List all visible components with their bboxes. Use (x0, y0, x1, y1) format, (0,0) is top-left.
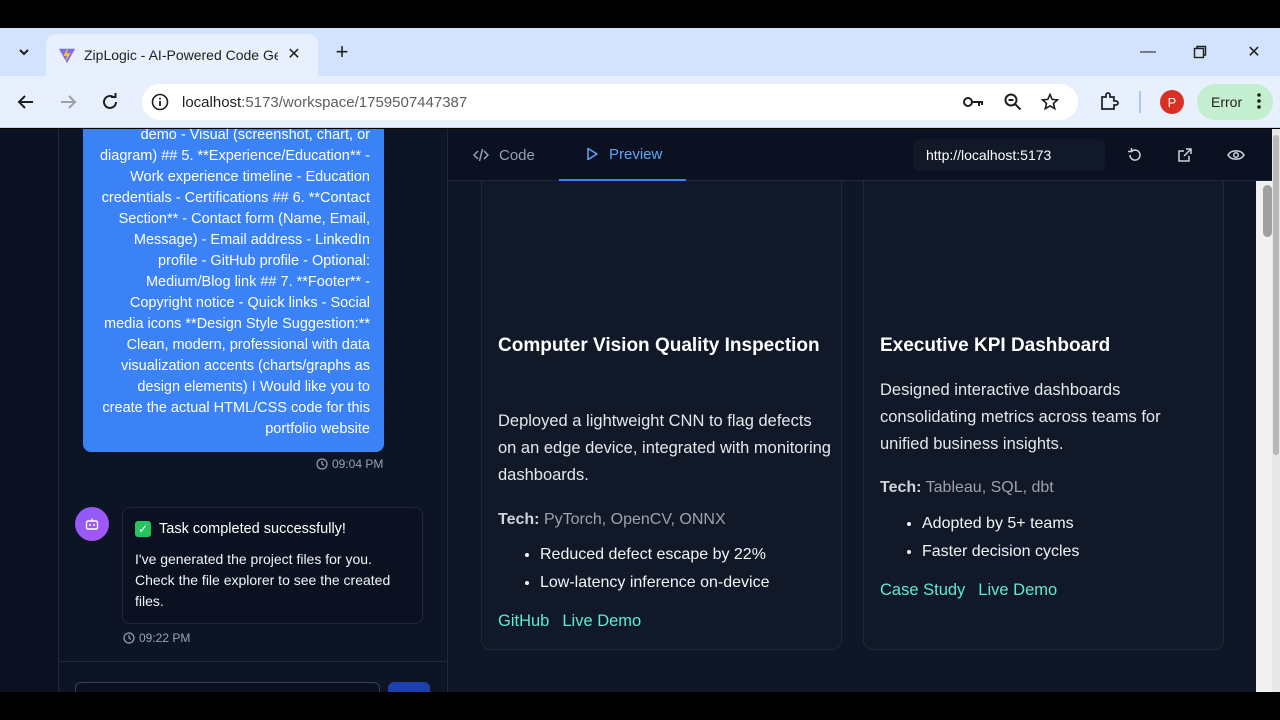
minimize-icon[interactable]: — (1134, 40, 1162, 64)
live-demo-link[interactable]: Live Demo (562, 612, 641, 631)
zoom-icon[interactable] (1001, 90, 1025, 114)
robot-icon (85, 518, 99, 530)
clock-icon (123, 632, 135, 644)
arrow-right-icon (61, 95, 77, 109)
bot-message-timestamp: 09:22 PM (123, 631, 190, 645)
page-scrollbar-thumb[interactable] (1273, 135, 1279, 455)
preview-url-field[interactable]: http://localhost:5173 (913, 139, 1105, 171)
tab-search-button[interactable] (10, 40, 38, 64)
project-description: Designed interactive dashboards consolid… (880, 381, 1161, 453)
tab-preview[interactable]: Preview (559, 129, 686, 181)
reload-button[interactable] (96, 88, 124, 116)
open-external-icon[interactable] (1174, 144, 1196, 166)
play-icon (587, 147, 598, 161)
close-tab-icon[interactable]: ✕ (284, 44, 304, 64)
password-key-icon[interactable] (962, 90, 986, 114)
restore-icon[interactable] (1186, 40, 1214, 64)
project-tech: Tech: Tableau, SQL, dbt (880, 479, 1054, 496)
back-button[interactable] (12, 88, 40, 116)
close-window-icon[interactable]: ✕ (1240, 40, 1268, 64)
task-status: ✓ Task completed successfully! (135, 521, 410, 537)
app-area: demo - Visual (screenshot, chart, or dia… (0, 129, 1280, 692)
project-highlights: Reduced defect escape by 22% Low-latency… (540, 541, 769, 597)
project-links: GitHub Live Demo (498, 612, 641, 631)
project-title: Executive KPI Dashboard (880, 335, 1111, 356)
list-item: Faster decision cycles (922, 538, 1079, 566)
list-item: Low-latency inference on-device (540, 569, 769, 597)
new-tab-button[interactable]: + (330, 39, 354, 64)
code-preview-panel: Code Preview http://localhost:5173 Compu… (447, 129, 1280, 692)
eye-icon[interactable] (1225, 144, 1247, 166)
arrow-left-icon (17, 95, 33, 109)
toolbar-separator (1139, 91, 1141, 113)
send-button[interactable] (388, 682, 430, 692)
browser-tab[interactable]: ZipLogic - AI-Powered Code Ge ✕ (46, 34, 318, 76)
list-item: Adopted by 5+ teams (922, 510, 1079, 538)
bot-message-text: I've generated the project files for you… (135, 551, 391, 609)
forward-button[interactable] (54, 88, 82, 116)
project-tech: Tech: PyTorch, OpenCV, ONNX (498, 511, 726, 528)
panel-header: Code Preview http://localhost:5173 (448, 129, 1280, 181)
taskbar-edge (0, 692, 1280, 720)
tab-code[interactable]: Code (473, 129, 535, 181)
chat-input[interactable] (75, 682, 380, 692)
error-label: Error (1211, 94, 1243, 110)
preview-viewport[interactable]: Computer Vision Quality Inspection Deplo… (448, 181, 1256, 692)
chat-divider (58, 661, 446, 662)
more-vertical-icon (1257, 92, 1261, 113)
extensions-puzzle-icon[interactable] (1096, 88, 1122, 114)
error-button[interactable]: Error (1197, 84, 1273, 120)
tab-title: ZipLogic - AI-Powered Code Ge (84, 47, 278, 63)
list-item: Reduced defect escape by 22% (540, 541, 769, 569)
project-highlights: Adopted by 5+ teams Faster decision cycl… (922, 510, 1079, 566)
project-title: Computer Vision Quality Inspection (498, 335, 820, 356)
clock-icon (316, 458, 328, 470)
live-demo-link[interactable]: Live Demo (978, 581, 1057, 600)
url-text: localhost:5173/workspace/1759507447387 (182, 93, 468, 111)
chat-panel: demo - Visual (screenshot, chart, or dia… (0, 129, 446, 692)
reload-icon (103, 93, 117, 109)
scrollbar-thumb[interactable] (1263, 185, 1272, 237)
case-study-link[interactable]: Case Study (880, 581, 965, 600)
refresh-icon[interactable] (1124, 144, 1146, 166)
bot-message: ✓ Task completed successfully! I've gene… (122, 507, 423, 624)
bot-avatar (75, 507, 109, 541)
project-links: Case Study Live Demo (880, 581, 1057, 600)
chevron-down-icon (19, 49, 29, 56)
site-info-icon[interactable] (148, 90, 172, 114)
screen: ZipLogic - AI-Powered Code Ge ✕ + — ✕ lo… (0, 0, 1280, 720)
project-description: Deployed a lightweight CNN to flag defec… (498, 412, 831, 484)
address-bar[interactable]: localhost:5173/workspace/1759507447387 (142, 84, 1078, 120)
github-link[interactable]: GitHub (498, 612, 549, 631)
check-mark-icon: ✓ (135, 521, 151, 537)
user-message: demo - Visual (screenshot, chart, or dia… (83, 129, 384, 452)
project-card: Executive KPI Dashboard Designed interac… (863, 181, 1224, 650)
project-card: Computer Vision Quality Inspection Deplo… (481, 181, 842, 650)
bookmark-star-icon[interactable] (1038, 90, 1062, 114)
profile-avatar[interactable]: P (1160, 90, 1184, 114)
user-message-timestamp: 09:04 PM (316, 457, 383, 471)
vite-logo-icon (58, 47, 76, 64)
code-icon (473, 148, 489, 162)
